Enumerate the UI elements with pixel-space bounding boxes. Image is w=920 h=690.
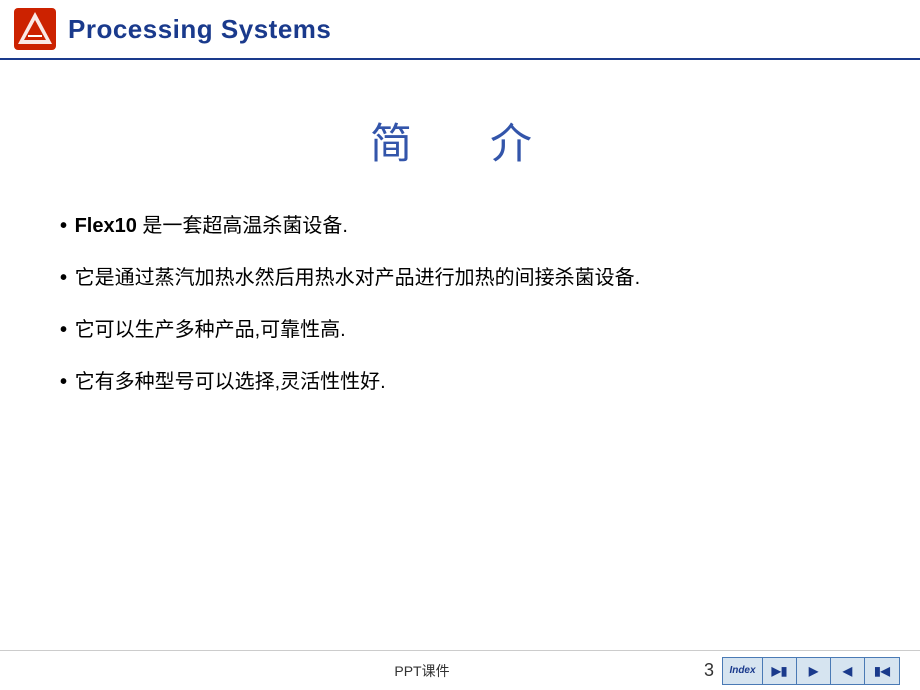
page-number: 3: [704, 660, 714, 681]
bullet-2-text: 它是通过蒸汽加热水然后用热水对产品进行加热的间接杀菌设备.: [75, 267, 641, 289]
bullet-1-text: 是一套超高温杀菌设备.: [137, 215, 348, 237]
bullet-1-bold: Flex10: [75, 215, 137, 237]
nav-index-button[interactable]: Index: [723, 658, 763, 684]
nav-prev-end-button[interactable]: ▮◀: [865, 658, 899, 684]
bullet-item-4: 它有多种型号可以选择,灵活性性好.: [60, 367, 860, 397]
slide-content: 简 介 Flex10 是一套超高温杀菌设备. 它是通过蒸汽加热水然后用热水对产品…: [0, 60, 920, 650]
nav-prev-button[interactable]: ◀: [831, 658, 865, 684]
bullet-item-2: 它是通过蒸汽加热水然后用热水对产品进行加热的间接杀菌设备.: [60, 263, 860, 293]
slide-title: 简 介: [60, 110, 860, 171]
page-footer: PPT课件 3 Index ▶▮ ▶ ◀ ▮◀: [0, 650, 920, 690]
nav-next-end-button[interactable]: ▶▮: [763, 658, 797, 684]
footer-right: 3 Index ▶▮ ▶ ◀ ▮◀: [704, 657, 900, 685]
app-title: Processing Systems: [68, 14, 331, 45]
bullet-item-3: 它可以生产多种产品,可靠性高.: [60, 315, 860, 345]
bullet-4-text: 它有多种型号可以选择,灵活性性好.: [75, 371, 386, 393]
footer-ppt-label: PPT课件: [394, 661, 449, 681]
nav-next-button[interactable]: ▶: [797, 658, 831, 684]
nav-button-group: Index ▶▮ ▶ ◀ ▮◀: [722, 657, 900, 685]
bullet-3-text: 它可以生产多种产品,可靠性高.: [75, 319, 346, 341]
bullet-item-1: Flex10 是一套超高温杀菌设备.: [60, 211, 860, 241]
page-header: Processing Systems: [0, 0, 920, 60]
bullet-list: Flex10 是一套超高温杀菌设备. 它是通过蒸汽加热水然后用热水对产品进行加热…: [60, 211, 860, 419]
tetra-pak-logo: [14, 8, 56, 50]
